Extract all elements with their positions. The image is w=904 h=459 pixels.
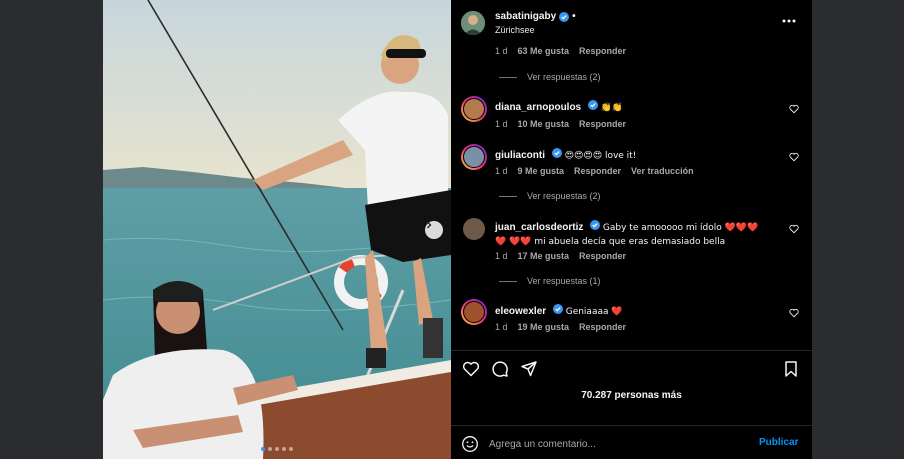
comment-likes[interactable]: 19 Me gusta bbox=[518, 322, 570, 332]
replies-divider bbox=[499, 280, 517, 282]
comment-meta: 1 d 63 Me gusta Responder bbox=[495, 46, 626, 56]
header-separator: • bbox=[572, 11, 576, 22]
comment-icon[interactable] bbox=[491, 360, 509, 378]
post-location[interactable]: Zürichsee bbox=[495, 25, 535, 35]
comment-text: diana_arnopoulos 👏👏 bbox=[495, 100, 767, 115]
author-avatar-image bbox=[461, 11, 485, 35]
view-replies-button[interactable]: Ver respuestas (2) bbox=[499, 72, 601, 82]
view-replies-button[interactable]: Ver respuestas (1) bbox=[499, 276, 601, 286]
carousel-dot bbox=[261, 447, 265, 451]
verified-badge-icon bbox=[552, 304, 563, 314]
bookmark-icon[interactable] bbox=[782, 360, 800, 378]
verified-badge-icon bbox=[587, 100, 598, 110]
post-actions-bar bbox=[451, 350, 812, 388]
comment-age: 1 d bbox=[495, 119, 508, 129]
commenter-avatar[interactable] bbox=[461, 144, 487, 170]
comment-age: 1 d bbox=[495, 46, 508, 56]
emoji-icon[interactable] bbox=[461, 435, 479, 453]
comments-panel: sabatinigaby • Zürichsee 1 d 63 Me gusta… bbox=[451, 0, 812, 459]
commenter-avatar-image bbox=[463, 218, 485, 240]
commenter-avatar[interactable] bbox=[461, 299, 487, 325]
comment-likes[interactable]: 9 Me gusta bbox=[518, 166, 565, 176]
comment-body: 👏👏 bbox=[600, 103, 624, 113]
carousel-dot bbox=[268, 447, 272, 451]
post-photo bbox=[103, 0, 451, 459]
comment-meta: 1 d 17 Me gusta Responder bbox=[495, 251, 626, 261]
next-photo-button[interactable] bbox=[425, 221, 443, 239]
view-replies-label: Ver respuestas (1) bbox=[527, 276, 601, 286]
comment-likes[interactable]: 63 Me gusta bbox=[518, 46, 570, 56]
replies-divider bbox=[499, 76, 517, 78]
comment-text: juan_carlosdeortiz Gaby te amooooo mi íd… bbox=[495, 220, 767, 249]
sailing-photo-illustration bbox=[103, 0, 451, 459]
heart-icon[interactable] bbox=[462, 360, 480, 378]
comment-meta: 1 d 19 Me gusta Responder bbox=[495, 322, 626, 332]
comment-age: 1 d bbox=[495, 322, 508, 332]
view-replies-label: Ver respuestas (2) bbox=[527, 72, 601, 82]
heart-icon[interactable] bbox=[789, 224, 799, 234]
reply-button[interactable]: Responder bbox=[579, 322, 626, 332]
comment-text: eleowexler Geniaaaa ❤️ bbox=[495, 304, 767, 319]
view-replies-button[interactable]: Ver respuestas (2) bbox=[499, 191, 601, 201]
reply-button[interactable]: Responder bbox=[579, 46, 626, 56]
reply-button[interactable]: Responder bbox=[574, 166, 621, 176]
commenter-avatar-image bbox=[463, 146, 485, 168]
carousel-dot bbox=[275, 447, 279, 451]
comment-likes[interactable]: 10 Me gusta bbox=[518, 119, 570, 129]
reply-button[interactable]: Responder bbox=[579, 119, 626, 129]
comment-likes[interactable]: 17 Me gusta bbox=[518, 251, 570, 261]
comment-username[interactable]: giuliaconti bbox=[495, 150, 545, 161]
comment-age: 1 d bbox=[495, 251, 508, 261]
comment-username[interactable]: juan_carlosdeortiz bbox=[495, 222, 583, 233]
heart-icon[interactable] bbox=[789, 308, 799, 318]
share-icon[interactable] bbox=[520, 360, 538, 378]
chevron-right-icon bbox=[427, 221, 432, 229]
carousel-dot bbox=[289, 447, 293, 451]
comment-composer: Publicar bbox=[451, 425, 812, 459]
author-username-row: sabatinigaby • bbox=[495, 11, 576, 22]
publish-button[interactable]: Publicar bbox=[759, 437, 798, 448]
post-header: sabatinigaby • Zürichsee bbox=[451, 0, 812, 44]
comment-text: giuliaconti 😍😍😍😍 love it! bbox=[495, 148, 767, 163]
comment-meta: 1 d 10 Me gusta Responder bbox=[495, 119, 626, 129]
commenter-avatar[interactable] bbox=[461, 96, 487, 122]
verified-badge-icon bbox=[559, 11, 570, 22]
verified-badge-icon bbox=[551, 148, 562, 158]
commenter-avatar[interactable] bbox=[461, 216, 487, 242]
view-replies-label: Ver respuestas (2) bbox=[527, 191, 601, 201]
comment-input[interactable] bbox=[489, 436, 739, 452]
commenter-avatar-image bbox=[463, 301, 485, 323]
comment-username[interactable]: eleowexler bbox=[495, 306, 546, 317]
commenter-avatar-image bbox=[463, 98, 485, 120]
comment-age: 1 d bbox=[495, 166, 508, 176]
comment-body: Geniaaaa ❤️ bbox=[565, 307, 623, 317]
comment-body: 😍😍😍😍 love it! bbox=[564, 151, 637, 161]
author-username[interactable]: sabatinigaby bbox=[495, 11, 556, 22]
verified-badge-icon bbox=[590, 220, 601, 230]
more-options-icon[interactable] bbox=[781, 14, 797, 28]
reply-button[interactable]: Responder bbox=[579, 251, 626, 261]
heart-icon[interactable] bbox=[789, 152, 799, 162]
likes-summary[interactable]: 70.287 personas más bbox=[451, 390, 812, 401]
heart-icon[interactable] bbox=[789, 104, 799, 114]
translate-button[interactable]: Ver traducción bbox=[631, 166, 694, 176]
comment-username[interactable]: diana_arnopoulos bbox=[495, 102, 581, 113]
comment-meta: 1 d 9 Me gusta Responder Ver traducción bbox=[495, 166, 694, 176]
post-modal: sabatinigaby • Zürichsee 1 d 63 Me gusta… bbox=[103, 0, 812, 459]
author-avatar[interactable] bbox=[461, 11, 485, 35]
carousel-dot bbox=[282, 447, 286, 451]
carousel-indicator bbox=[103, 447, 451, 451]
replies-divider bbox=[499, 195, 517, 197]
